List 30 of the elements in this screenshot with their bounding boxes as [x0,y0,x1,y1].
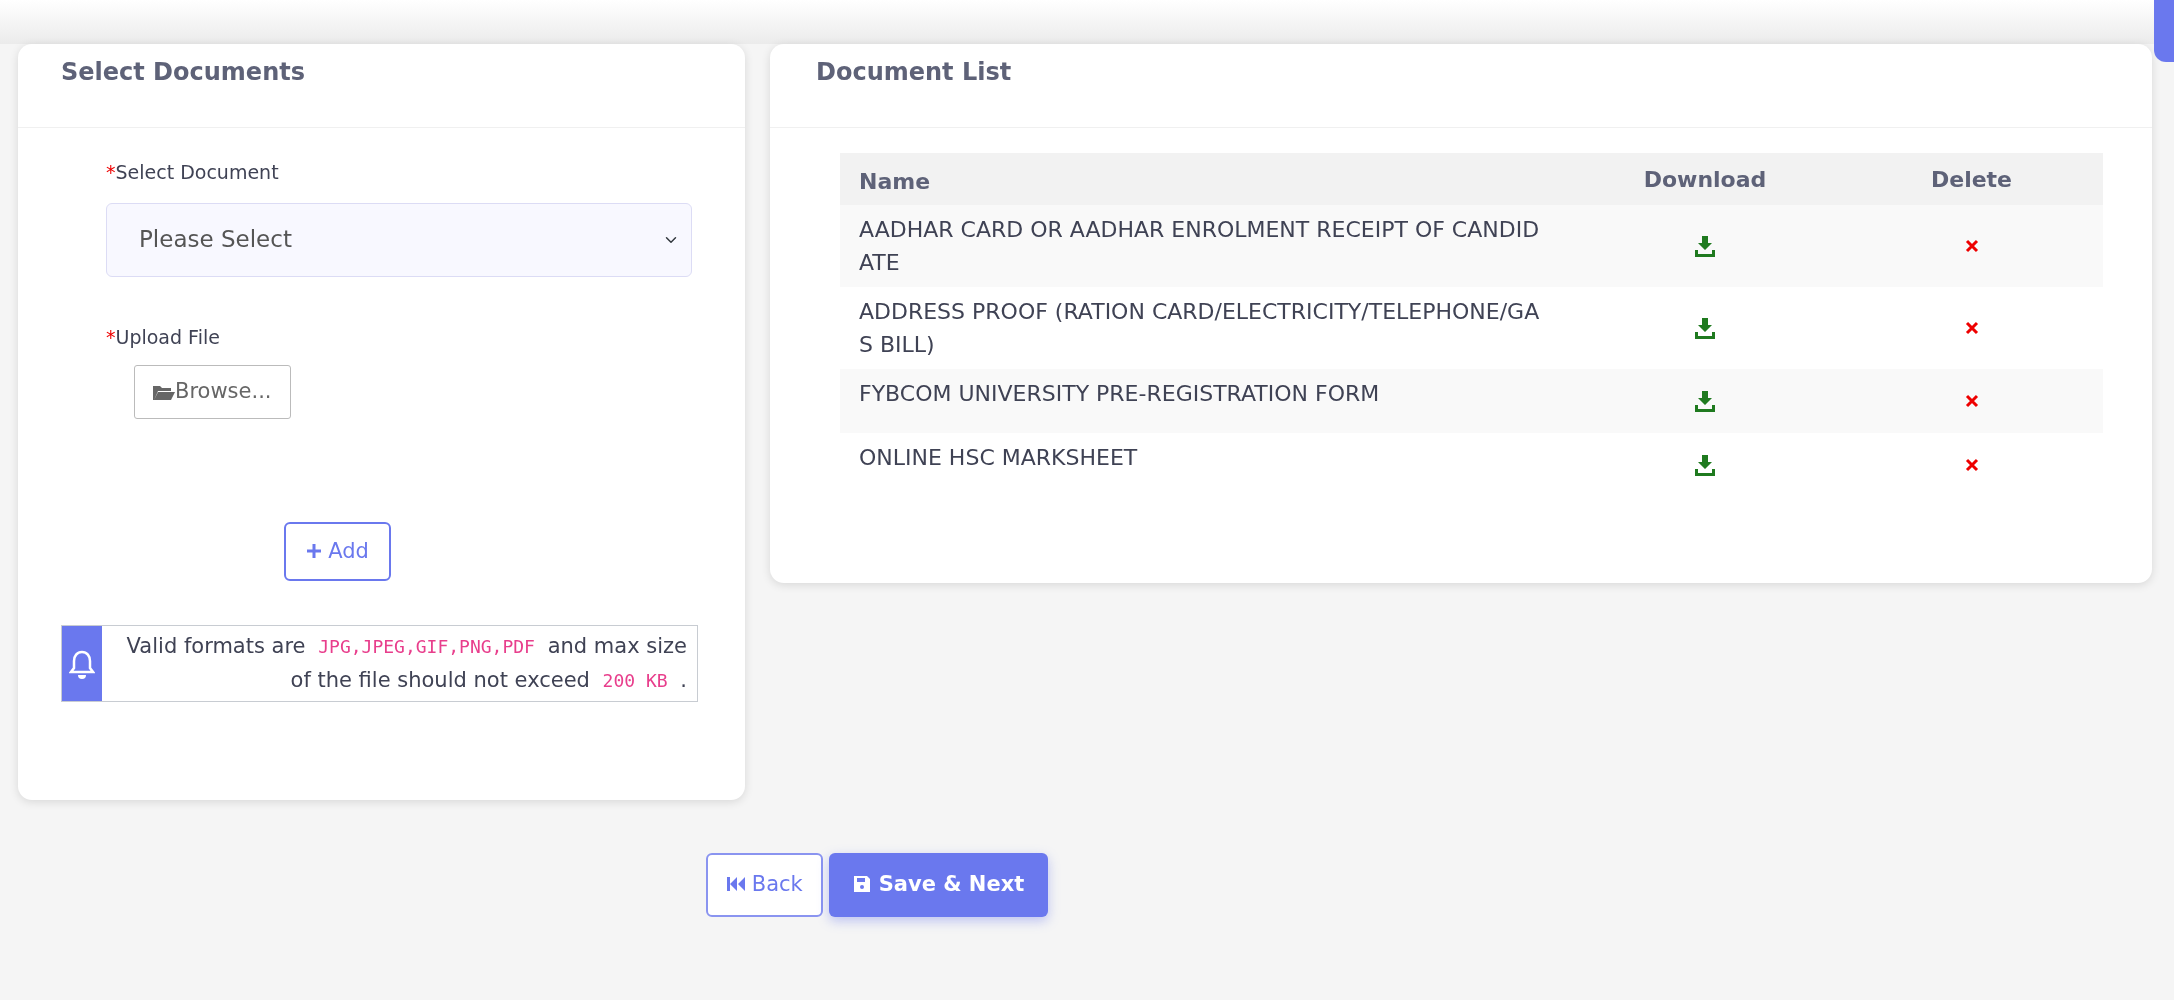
delete-icon[interactable] [1964,321,1979,335]
plus-icon [306,542,323,559]
table-cell-text: AADHAR CARD OR AADHAR ENROLMENT RECEIPT OF CANDIDATE [858,216,1541,277]
table-cell-text: ADDRESS PROOF (RATION CARD/ELECTRICITY/TELEPHONE/GAS BILL) [858,298,1541,359]
folder-icon [153,384,175,400]
back-button[interactable]: Back [705,853,823,917]
download-icon[interactable] [1694,454,1716,476]
bell-icon [69,648,95,679]
download-icon[interactable] [1694,390,1716,412]
notice-text: Valid formats are JPG,JPEG,GIF,PNG,PDF and max size of the file should not exceed 200 KB . [125,633,688,694]
field-label: *Upload File [106,324,221,350]
table-cell-text: FYBCOM UNIVERSITY PRE-REGISTRATION FORM [858,380,1381,408]
delete-icon[interactable] [1964,394,1979,408]
table-cell-text: ONLINE HSC MARKSHEET [858,444,1139,472]
rewind-icon [725,876,746,892]
delete-icon[interactable] [1964,458,1979,472]
document-select[interactable]: Please Select [106,202,692,277]
field-label: *Select Document [106,160,280,185]
column-header: Name [858,168,932,196]
add-button[interactable]: Add [284,521,391,581]
save-button[interactable]: Save & Next [828,853,1049,917]
download-icon[interactable] [1694,317,1716,339]
card-title: Select Documents [61,58,306,87]
browse-button[interactable]: Browse... [134,365,291,419]
download-icon[interactable] [1694,235,1716,257]
column-header: Download [1642,165,1768,194]
column-header: Delete [1929,165,2014,194]
corner-tab[interactable] [2154,0,2174,62]
card-title: Document List [816,58,1013,87]
delete-icon[interactable] [1964,239,1979,253]
